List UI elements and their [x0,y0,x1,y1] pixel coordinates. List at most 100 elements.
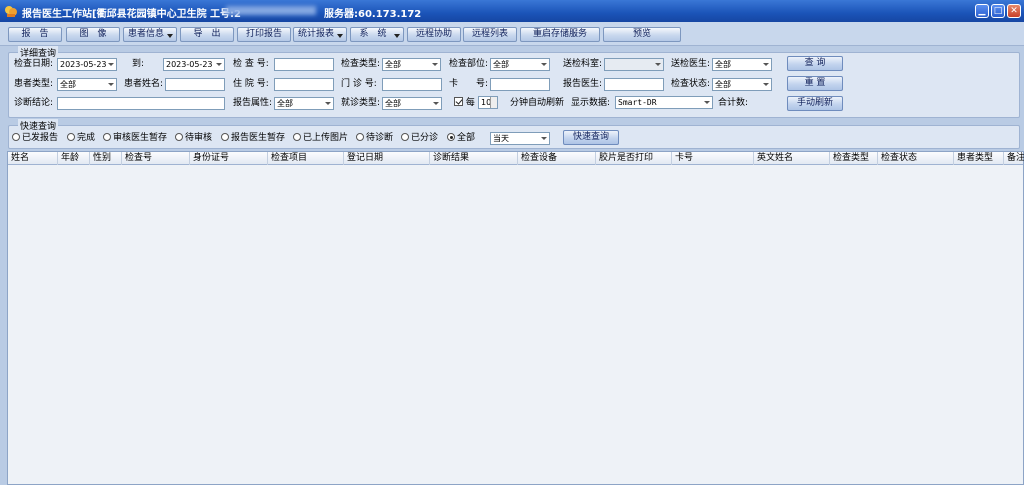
radio-triaged[interactable]: 已分诊 [401,132,438,144]
radio-auditor-draft[interactable]: 审核医生暂存 [103,132,167,144]
spinner-arrows-icon[interactable] [490,97,497,108]
auto-refresh-minutes-spinner[interactable]: 10 [478,96,498,109]
image-button[interactable]: 图 像 [66,27,120,42]
col-header-age[interactable]: 年龄 [58,152,90,165]
grid-header: 姓名 年龄 性别 检查号 身份证号 检查项目 登记日期 诊断结果 检查设备 胶片… [8,152,1024,165]
radio-dot-icon [356,133,364,141]
exam-part-select[interactable]: 全部 [490,58,550,71]
to-label: 到: [132,59,145,69]
visit-type-label: 就诊类型: [341,98,381,108]
patient-name-input[interactable] [165,78,225,91]
auto-refresh-prefix: 每 [465,98,475,108]
system-button[interactable]: 系 统 [350,27,404,42]
col-header-film-printed[interactable]: 胶片是否打印 [596,152,672,165]
diagnosis-input[interactable] [57,97,225,110]
col-header-patient-type[interactable]: 患者类型 [954,152,1004,165]
patient-info-button[interactable]: 患者信息 [123,27,177,42]
auto-refresh-suffix: 分钟自动刷新 [510,98,565,108]
exam-list-grid[interactable]: 姓名 年龄 性别 检查号 身份证号 检查项目 登记日期 诊断结果 检查设备 胶片… [7,151,1024,485]
chevron-down-icon [214,60,223,69]
radio-dot-icon [175,133,183,141]
total-count-label: 合计数: [718,98,749,108]
send-dept-label: 送检科室: [563,59,603,69]
patient-type-label: 患者类型: [14,79,54,89]
display-data-select[interactable]: Smart-DR [615,96,713,109]
app-icon [5,6,17,17]
radio-published-report[interactable]: 已发报告 [12,132,58,144]
inpatient-no-label: 住 院 号: [233,79,269,89]
chevron-down-icon [702,98,711,107]
send-dept-select[interactable] [604,58,664,71]
exam-no-input[interactable] [274,58,334,71]
radio-images-uploaded[interactable]: 已上传图片 [293,132,348,144]
col-header-exam-item[interactable]: 检查项目 [268,152,344,165]
quick-query-button[interactable]: 快速查询 [563,130,619,145]
col-header-id-card[interactable]: 身份证号 [190,152,268,165]
radio-pending-diagnosis[interactable]: 待诊断 [356,132,393,144]
manual-refresh-button[interactable]: 手动刷新 [787,96,843,111]
dropdown-arrow-icon [394,34,400,38]
chevron-down-icon [106,80,115,89]
radio-pending-audit[interactable]: 待审核 [175,132,212,144]
col-header-exam-no[interactable]: 检查号 [122,152,190,165]
outpatient-no-input[interactable] [382,78,442,91]
radio-dot-icon [67,133,75,141]
send-doctor-label: 送检医生: [671,59,711,69]
minimize-button[interactable]: ▁ [975,4,989,18]
radio-completed[interactable]: 完成 [67,132,95,144]
auto-refresh-checkbox[interactable] [454,97,463,106]
col-header-remarks[interactable]: 备注 [1004,152,1024,165]
report-doctor-input[interactable] [604,78,664,91]
exam-date-from-picker[interactable]: 2023-05-23 [57,58,117,71]
period-select[interactable]: 当天 [490,132,550,145]
display-data-label: 显示数据: [571,98,611,108]
col-header-exam-status[interactable]: 检查状态 [878,152,954,165]
patient-type-select[interactable]: 全部 [57,78,117,91]
report-attr-select[interactable]: 全部 [274,97,334,110]
redacted-id [226,6,316,15]
exam-status-select[interactable]: 全部 [712,78,772,91]
radio-dot-icon [401,133,409,141]
radio-all[interactable]: 全部 [447,132,475,144]
quick-status-radios: 已发报告 完成 审核医生暂存 待审核 报告医生暂存 已上传图片 待诊断 已分诊 … [12,132,492,144]
exam-date-to-picker[interactable]: 2023-05-23 [163,58,225,71]
report-button[interactable]: 报 告 [8,27,62,42]
remote-list-button[interactable]: 远程列表 [463,27,517,42]
card-no-input[interactable] [490,78,550,91]
chevron-down-icon [761,80,770,89]
statistics-button[interactable]: 统计报表 [293,27,347,42]
radio-dot-icon [12,133,20,141]
col-header-name[interactable]: 姓名 [8,152,58,165]
report-doctor-label: 报告医生: [563,79,603,89]
restart-storage-button[interactable]: 重启存储服务 [520,27,600,42]
reset-button[interactable]: 重 置 [787,76,843,91]
remote-assist-button[interactable]: 远程协助 [407,27,461,42]
radio-reporter-draft[interactable]: 报告医生暂存 [221,132,285,144]
visit-type-select[interactable]: 全部 [382,97,442,110]
chevron-down-icon [539,60,548,69]
col-header-diagnosis[interactable]: 诊断结果 [430,152,518,165]
col-header-english-name[interactable]: 英文姓名 [754,152,830,165]
maximize-button[interactable]: □ [991,4,1005,18]
inpatient-no-input[interactable] [274,78,334,91]
export-button[interactable]: 导 出 [180,27,234,42]
chevron-down-icon [431,99,440,108]
send-doctor-select[interactable]: 全部 [712,58,772,71]
outpatient-no-label: 门 诊 号: [341,79,377,89]
col-header-register-date[interactable]: 登记日期 [344,152,430,165]
close-button[interactable]: ✕ [1007,4,1021,18]
col-header-card-no[interactable]: 卡号 [672,152,754,165]
chevron-down-icon [539,134,548,143]
exam-no-label: 检 查 号: [233,59,269,69]
print-report-button[interactable]: 打印报告 [237,27,291,42]
query-button[interactable]: 查 询 [787,56,843,71]
preview-button[interactable]: 预览 [603,27,681,42]
exam-status-label: 检查状态: [671,79,711,89]
chevron-down-icon [323,99,332,108]
exam-type-select[interactable]: 全部 [382,58,441,71]
radio-dot-icon [103,133,111,141]
col-header-device[interactable]: 检查设备 [518,152,596,165]
exam-type-label: 检查类型: [341,59,381,69]
col-header-sex[interactable]: 性别 [90,152,122,165]
col-header-exam-type[interactable]: 检查类型 [830,152,878,165]
